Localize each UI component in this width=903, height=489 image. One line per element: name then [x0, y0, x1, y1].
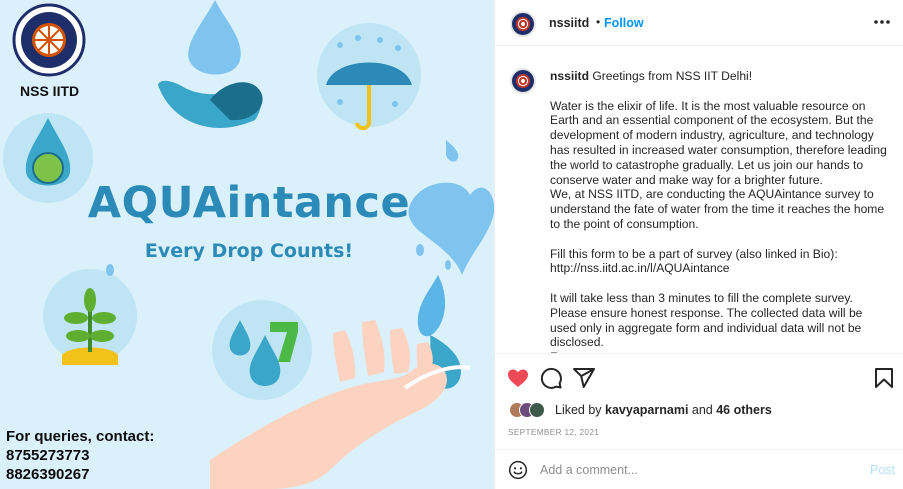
poster-tagline: Every Drop Counts! [144, 240, 354, 262]
header-username[interactable]: nssiitd [549, 16, 589, 30]
emoji-smile-icon[interactable] [508, 460, 528, 480]
umbrella-illustration [317, 23, 421, 131]
more-horizontal-icon[interactable] [871, 13, 893, 31]
follow-button[interactable]: Follow [604, 16, 644, 30]
post-comment-button[interactable]: Post [870, 463, 895, 477]
comment-bar: Post [495, 449, 903, 489]
comment-input[interactable] [540, 459, 850, 481]
liker-username[interactable]: kavyaparnami [605, 403, 688, 417]
liker-avatars[interactable] [509, 402, 553, 418]
likes-others-link[interactable]: 46 others [716, 403, 772, 417]
share-icon[interactable] [572, 366, 596, 390]
avatar [529, 402, 545, 418]
contact-phone: 8755273773 [6, 447, 90, 464]
avatar[interactable] [510, 68, 536, 94]
recycle-drops-illustration [212, 300, 312, 400]
plant-illustration [43, 269, 137, 365]
poster-headline: AQUAintance [87, 178, 411, 228]
likes-prefix: Liked by [555, 403, 606, 417]
post-details-panel: nssiitd • Follow nssiitd Greetings from … [494, 0, 903, 489]
caption-text: nssiitd Greetings from NSS IIT Delhi! Wa… [550, 69, 890, 353]
nss-logo [12, 3, 86, 77]
caption-username[interactable]: nssiitd [550, 69, 589, 83]
caption-paragraph: It will take less than 3 minutes to fill… [550, 290, 863, 353]
likes-middle: and [688, 403, 717, 417]
caption-scroll-area[interactable]: nssiitd Greetings from NSS IIT Delhi! Wa… [495, 47, 903, 353]
heart-filled-icon[interactable] [506, 366, 530, 390]
avatar[interactable] [510, 11, 536, 37]
bookmark-icon[interactable] [872, 366, 896, 390]
separator-dot: • [596, 15, 601, 29]
caption-greeting: Greetings from NSS IIT Delhi! [592, 69, 753, 83]
org-name: NSS IITD [20, 83, 80, 99]
caption-paragraph: Water is the elixir of life. It is the m… [550, 98, 887, 231]
hands-drop-illustration [158, 0, 263, 128]
likes-text: Liked by kavyaparnami and 46 others [555, 403, 772, 417]
post-date[interactable]: SEPTEMBER 12, 2021 [508, 427, 599, 437]
poster-contact-block: For queries, contact: 8755273773 8826390… [6, 427, 154, 484]
caption-paragraph: Fill this form to be a part of survey (a… [550, 246, 838, 276]
action-bar [495, 353, 903, 399]
comment-icon[interactable] [539, 366, 563, 390]
contact-heading: For queries, contact: [6, 428, 155, 445]
post-header: nssiitd • Follow [495, 0, 903, 46]
contact-phone: 8826390267 [6, 466, 90, 483]
post-image[interactable]: NSS IITD AQUAintance Every Drop Counts! … [0, 0, 494, 489]
